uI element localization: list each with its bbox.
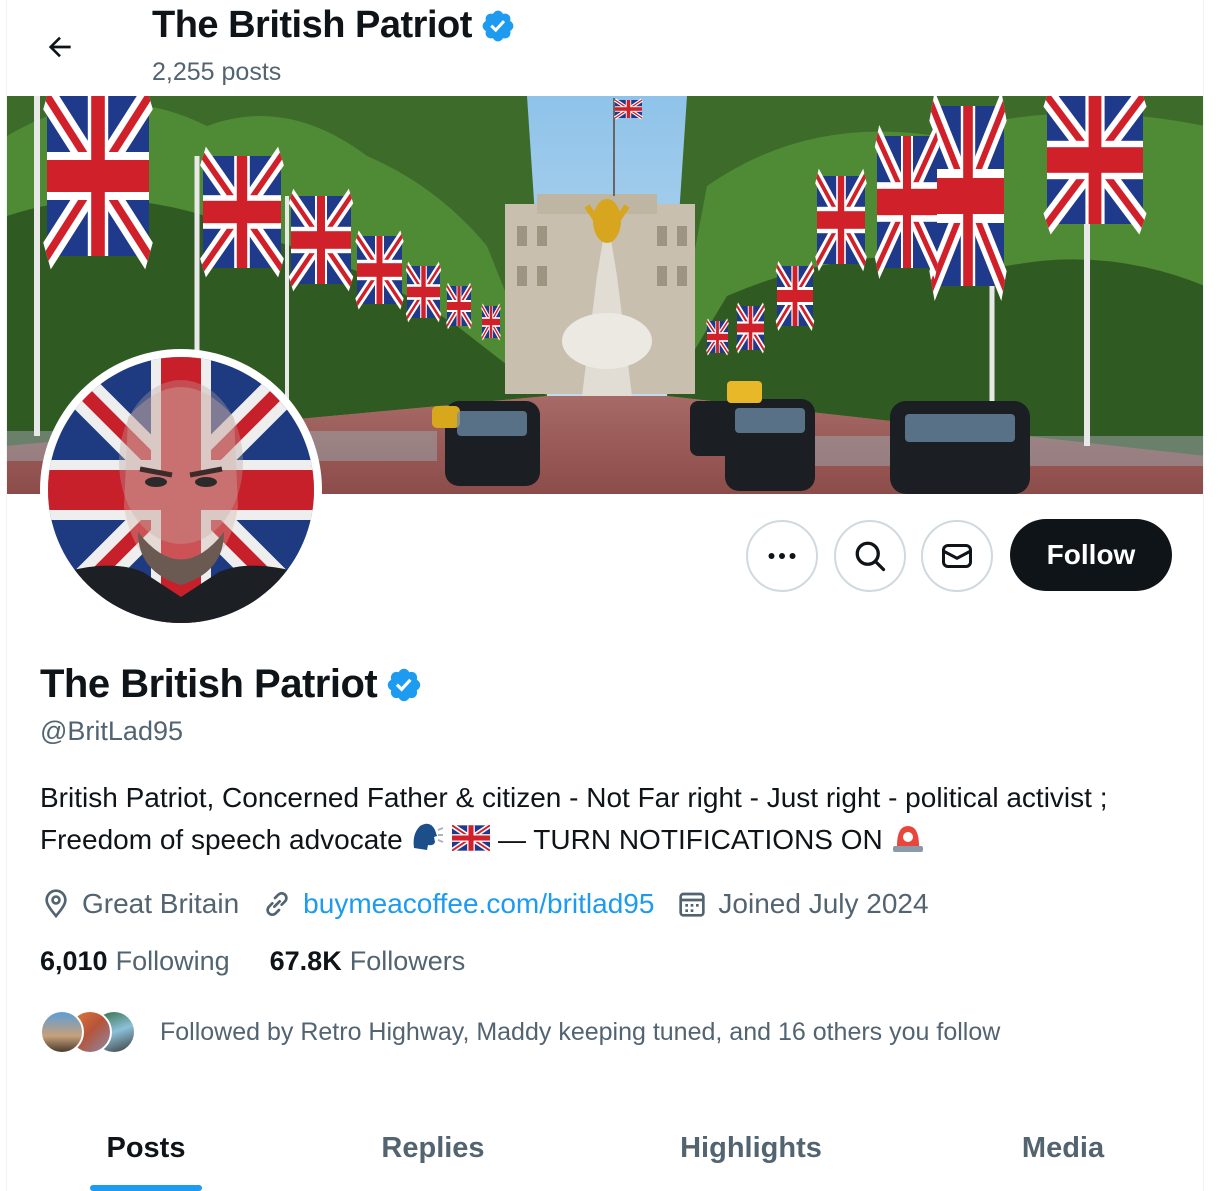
tab-highlights[interactable]: Highlights <box>581 1106 921 1191</box>
website-link[interactable]: buymeacoffee.com/britlad95 <box>303 888 654 920</box>
follow-counts: 6,010 Following 67.8K Followers <box>40 946 505 977</box>
followed-by-text: Followed by Retro Highway, Maddy keeping… <box>160 1017 1001 1046</box>
header-title: The British Patriot <box>152 4 516 47</box>
tab-label: Highlights <box>680 1132 822 1164</box>
following-label: Following <box>115 946 230 976</box>
user-handle: @BritLad95 <box>40 716 183 746</box>
back-button[interactable] <box>37 24 83 70</box>
tab-posts[interactable]: Posts <box>7 1106 285 1191</box>
tab-media[interactable]: Media <box>921 1106 1203 1191</box>
followers-link[interactable]: 67.8K Followers <box>270 946 466 977</box>
location-text: Great Britain <box>82 888 240 919</box>
display-name-text: The British Patriot <box>40 662 378 706</box>
more-options-button[interactable] <box>746 520 818 592</box>
followers-count: 67.8K <box>269 946 342 976</box>
header-title-text: The British Patriot <box>152 4 472 46</box>
following-count: 6,010 <box>40 946 108 976</box>
profile-header: The British Patriot 2,255 posts <box>7 0 1203 96</box>
profile-bio: British Patriot, Concerned Father & citi… <box>40 778 1160 865</box>
speaking-head-emoji <box>410 820 444 863</box>
link-icon <box>266 891 288 917</box>
profile-page: The British Patriot 2,255 posts Follow T… <box>6 0 1204 1191</box>
verified-badge-icon[interactable] <box>385 666 423 704</box>
profile-tabs: Posts Replies Highlights Media <box>7 1106 1203 1191</box>
join-date-text: Joined July 2024 <box>718 888 929 919</box>
envelope-icon <box>942 544 972 568</box>
followers-label: Followers <box>349 946 466 976</box>
website: buymeacoffee.com/britlad95 <box>261 888 654 920</box>
search-profile-button[interactable] <box>834 520 906 592</box>
follow-button[interactable]: Follow <box>1010 519 1172 591</box>
tab-replies[interactable]: Replies <box>285 1106 581 1191</box>
mutual-avatars <box>40 1008 140 1056</box>
uk-flag-emoji <box>450 822 492 862</box>
tab-label: Replies <box>381 1132 485 1164</box>
verified-badge-icon <box>482 10 514 41</box>
search-icon <box>855 541 886 572</box>
active-tab-indicator <box>90 1185 202 1191</box>
following-link[interactable]: 6,010 Following <box>40 946 230 977</box>
display-name: The British Patriot <box>40 662 423 707</box>
message-button[interactable] <box>921 520 993 592</box>
avatar-image <box>48 357 314 623</box>
police-light-emoji <box>891 818 925 865</box>
tab-label: Posts <box>106 1132 186 1164</box>
join-date: Joined July 2024 <box>676 888 929 920</box>
more-icon <box>768 553 796 559</box>
location: Great Britain <box>40 888 239 920</box>
post-count: 2,255 posts <box>152 58 282 86</box>
location-pin-icon <box>45 889 67 919</box>
calendar-icon <box>679 892 706 917</box>
profile-meta: Great Britain buymeacoffee.com/britlad95… <box>40 882 951 926</box>
arrow-left-icon <box>48 36 71 58</box>
followed-by[interactable]: Followed by Retro Highway, Maddy keeping… <box>40 1008 1000 1056</box>
bio-suffix: — TURN NOTIFICATIONS ON <box>498 823 883 855</box>
tab-label: Media <box>1021 1132 1105 1164</box>
avatar <box>40 1010 84 1054</box>
profile-avatar[interactable] <box>40 349 322 631</box>
